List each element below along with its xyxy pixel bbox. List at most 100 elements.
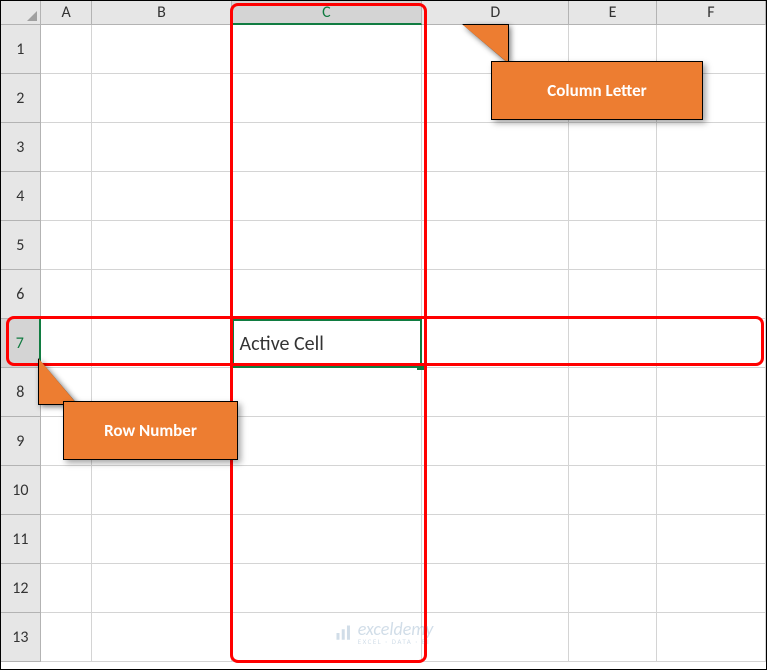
row-header-2[interactable]: 2	[1, 74, 41, 123]
row-header-3[interactable]: 3	[1, 123, 41, 172]
column-letter-callout: Column Letter	[491, 61, 703, 120]
cell-E6[interactable]	[569, 270, 656, 319]
cell-F12[interactable]	[657, 564, 766, 613]
cell-E10[interactable]	[569, 466, 656, 515]
cell-D4[interactable]	[422, 172, 569, 221]
row-header-11[interactable]: 11	[1, 515, 41, 564]
column-header-E[interactable]: E	[569, 1, 656, 25]
cell-C11[interactable]	[232, 515, 423, 564]
select-all-corner[interactable]	[1, 1, 41, 25]
cell-E3[interactable]	[569, 123, 656, 172]
column-callout-arrow	[463, 25, 508, 63]
row-header-6[interactable]: 6	[1, 270, 41, 319]
cell-B6[interactable]	[92, 270, 231, 319]
cell-E11[interactable]	[569, 515, 656, 564]
cell-F5[interactable]	[657, 221, 766, 270]
cell-C5[interactable]	[232, 221, 423, 270]
cell-C6[interactable]	[232, 270, 423, 319]
column-header-B[interactable]: B	[92, 1, 231, 25]
cell-B4[interactable]	[92, 172, 231, 221]
column-header-C[interactable]: C	[232, 1, 423, 25]
cell-F6[interactable]	[657, 270, 766, 319]
cell-A5[interactable]	[41, 221, 93, 270]
cell-D8[interactable]	[422, 368, 569, 417]
cell-D5[interactable]	[422, 221, 569, 270]
cell-B7[interactable]	[92, 319, 231, 368]
column-header-F[interactable]: F	[657, 1, 766, 25]
cell-D10[interactable]	[422, 466, 569, 515]
cell-A1[interactable]	[41, 25, 93, 74]
column-header-D[interactable]: D	[422, 1, 569, 25]
cell-E5[interactable]	[569, 221, 656, 270]
cell-F13[interactable]	[657, 613, 766, 662]
cell-C9[interactable]	[232, 417, 423, 466]
cell-F4[interactable]	[657, 172, 766, 221]
cell-F9[interactable]	[657, 417, 766, 466]
cell-E8[interactable]	[569, 368, 656, 417]
cell-A10[interactable]	[41, 466, 93, 515]
row-header-4[interactable]: 4	[1, 172, 41, 221]
cell-A13[interactable]	[41, 613, 93, 662]
cell-B10[interactable]	[92, 466, 231, 515]
cell-B13[interactable]	[92, 613, 231, 662]
cell-F8[interactable]	[657, 368, 766, 417]
cell-E7[interactable]	[569, 319, 656, 368]
spreadsheet-grid: A B C D E F 1234567Active Cell8910111213…	[1, 1, 766, 669]
cell-C7[interactable]: Active Cell	[232, 319, 423, 368]
grid-row: 5	[1, 221, 766, 270]
cell-D3[interactable]	[422, 123, 569, 172]
cell-E4[interactable]	[569, 172, 656, 221]
cell-A4[interactable]	[41, 172, 93, 221]
row-header-12[interactable]: 12	[1, 564, 41, 613]
cell-F10[interactable]	[657, 466, 766, 515]
cell-C8[interactable]	[232, 368, 423, 417]
row-header-13[interactable]: 13	[1, 613, 41, 662]
column-header-A[interactable]: A	[41, 1, 93, 25]
cell-B3[interactable]	[92, 123, 231, 172]
grid-row: 11	[1, 515, 766, 564]
cell-B11[interactable]	[92, 515, 231, 564]
row-header-1[interactable]: 1	[1, 25, 41, 74]
cell-B5[interactable]	[92, 221, 231, 270]
cell-C3[interactable]	[232, 123, 423, 172]
cell-D13[interactable]	[422, 613, 569, 662]
cell-F3[interactable]	[657, 123, 766, 172]
row-header-10[interactable]: 10	[1, 466, 41, 515]
cell-D9[interactable]	[422, 417, 569, 466]
cell-D6[interactable]	[422, 270, 569, 319]
row-header-9[interactable]: 9	[1, 417, 41, 466]
row-number-callout: Row Number	[63, 401, 238, 460]
cell-B1[interactable]	[92, 25, 231, 74]
row-header-8[interactable]: 8	[1, 368, 41, 417]
cell-E12[interactable]	[569, 564, 656, 613]
cell-D7[interactable]	[422, 319, 569, 368]
grid-row: 10	[1, 466, 766, 515]
row-header-7[interactable]: 7	[1, 319, 41, 368]
fill-handle[interactable]	[417, 363, 424, 370]
cell-A11[interactable]	[41, 515, 93, 564]
cell-B12[interactable]	[92, 564, 231, 613]
cell-F7[interactable]	[657, 319, 766, 368]
cell-D12[interactable]	[422, 564, 569, 613]
select-all-triangle-icon	[27, 11, 37, 21]
grid-row: 13	[1, 613, 766, 662]
cell-A3[interactable]	[41, 123, 93, 172]
cell-A2[interactable]	[41, 74, 93, 123]
cell-E13[interactable]	[569, 613, 656, 662]
cell-B2[interactable]	[92, 74, 231, 123]
cell-A12[interactable]	[41, 564, 93, 613]
column-headers-row: A B C D E F	[1, 1, 766, 25]
cell-C10[interactable]	[232, 466, 423, 515]
cell-C13[interactable]	[232, 613, 423, 662]
rows-container: 1234567Active Cell8910111213	[1, 25, 766, 662]
cell-F11[interactable]	[657, 515, 766, 564]
cell-A6[interactable]	[41, 270, 93, 319]
cell-C12[interactable]	[232, 564, 423, 613]
grid-row: 7 Active Cell	[1, 319, 766, 368]
cell-C2[interactable]	[232, 74, 423, 123]
cell-C1[interactable]	[232, 25, 423, 74]
row-header-5[interactable]: 5	[1, 221, 41, 270]
cell-C4[interactable]	[232, 172, 423, 221]
cell-D11[interactable]	[422, 515, 569, 564]
cell-E9[interactable]	[569, 417, 656, 466]
